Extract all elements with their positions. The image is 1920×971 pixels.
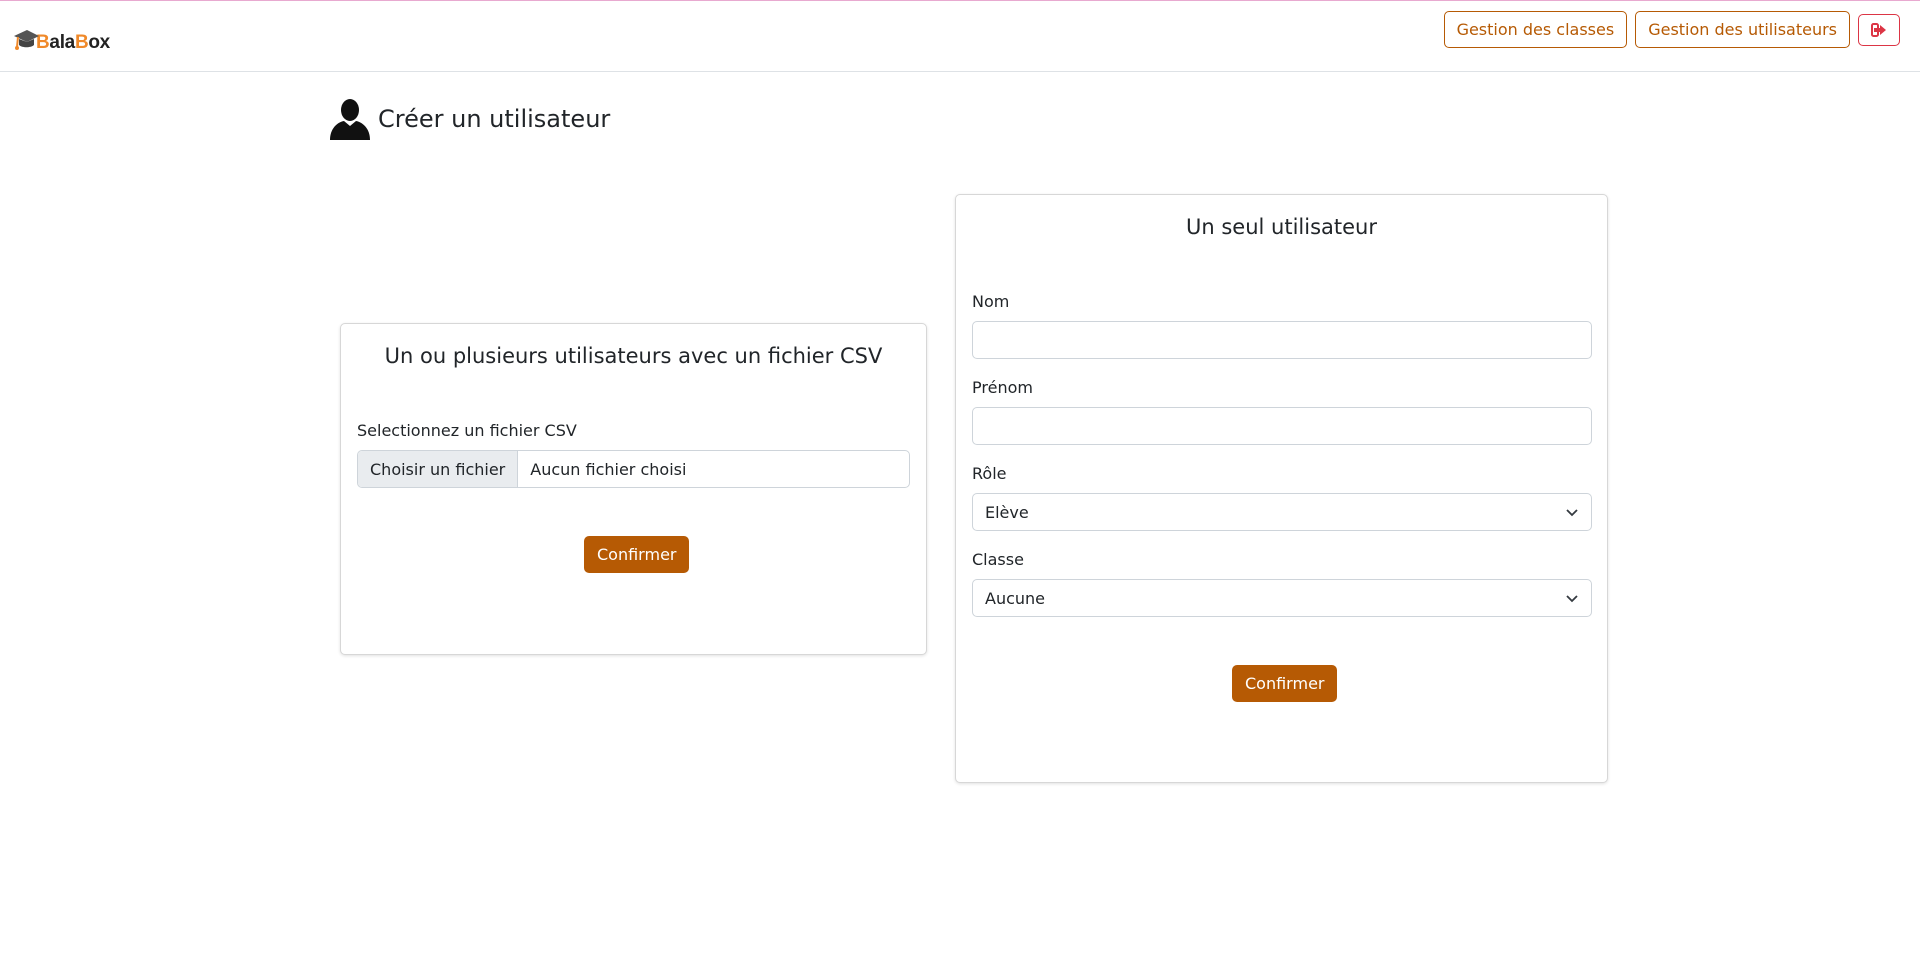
role-selected-value: Elève [985,502,1029,522]
file-status-text: Aucun fichier choisi [530,459,687,479]
prenom-input[interactable] [972,407,1592,445]
prenom-label: Prénom [972,378,1033,397]
classe-selected-value: Aucune [985,588,1046,608]
sign-out-icon [1871,23,1886,37]
graduation-cap-icon [14,30,39,50]
single-user-card: Un seul utilisateur Nom Prénom Rôle Elèv… [955,194,1608,783]
nav-buttons: Gestion des classes Gestion des utilisat… [1443,11,1900,48]
top-navbar: BalaBox Gestion des classes Gestion des … [0,0,1920,72]
choose-file-button[interactable]: Choisir un fichier [358,451,519,487]
logo-text: BalaBox [36,32,110,54]
classe-label: Classe [972,550,1024,569]
csv-file-input[interactable]: Choisir un fichier Aucun fichier choisi [357,450,910,488]
logo-text-ox: ox [88,32,110,53]
role-label: Rôle [972,464,1007,483]
classe-select[interactable]: Aucune [972,579,1592,617]
manage-users-button[interactable]: Gestion des utilisateurs [1635,11,1850,48]
page-header: Créer un utilisateur [330,98,610,140]
csv-confirm-button[interactable]: Confirmer [584,536,690,573]
balabox-logo[interactable]: BalaBox [12,19,110,55]
csv-file-label: Selectionnez un fichier CSV [357,421,577,440]
logo-text-ala: ala [49,32,75,53]
chevron-down-icon [1566,595,1578,603]
user-silhouette-icon [330,99,370,140]
role-select[interactable]: Elève [972,493,1592,531]
logo-letter-b2: B [74,32,89,53]
single-card-title: Un seul utilisateur [1186,215,1377,239]
csv-upload-card: Un ou plusieurs utilisateurs avec un fic… [340,323,927,655]
page-title: Créer un utilisateur [378,105,611,133]
chevron-down-icon [1566,509,1578,517]
manage-classes-button[interactable]: Gestion des classes [1443,11,1628,48]
nom-input[interactable] [972,321,1592,359]
csv-card-title: Un ou plusieurs utilisateurs avec un fic… [384,344,883,368]
nom-label: Nom [972,292,1010,311]
logout-button[interactable] [1858,14,1900,46]
single-confirm-button[interactable]: Confirmer [1232,665,1338,702]
